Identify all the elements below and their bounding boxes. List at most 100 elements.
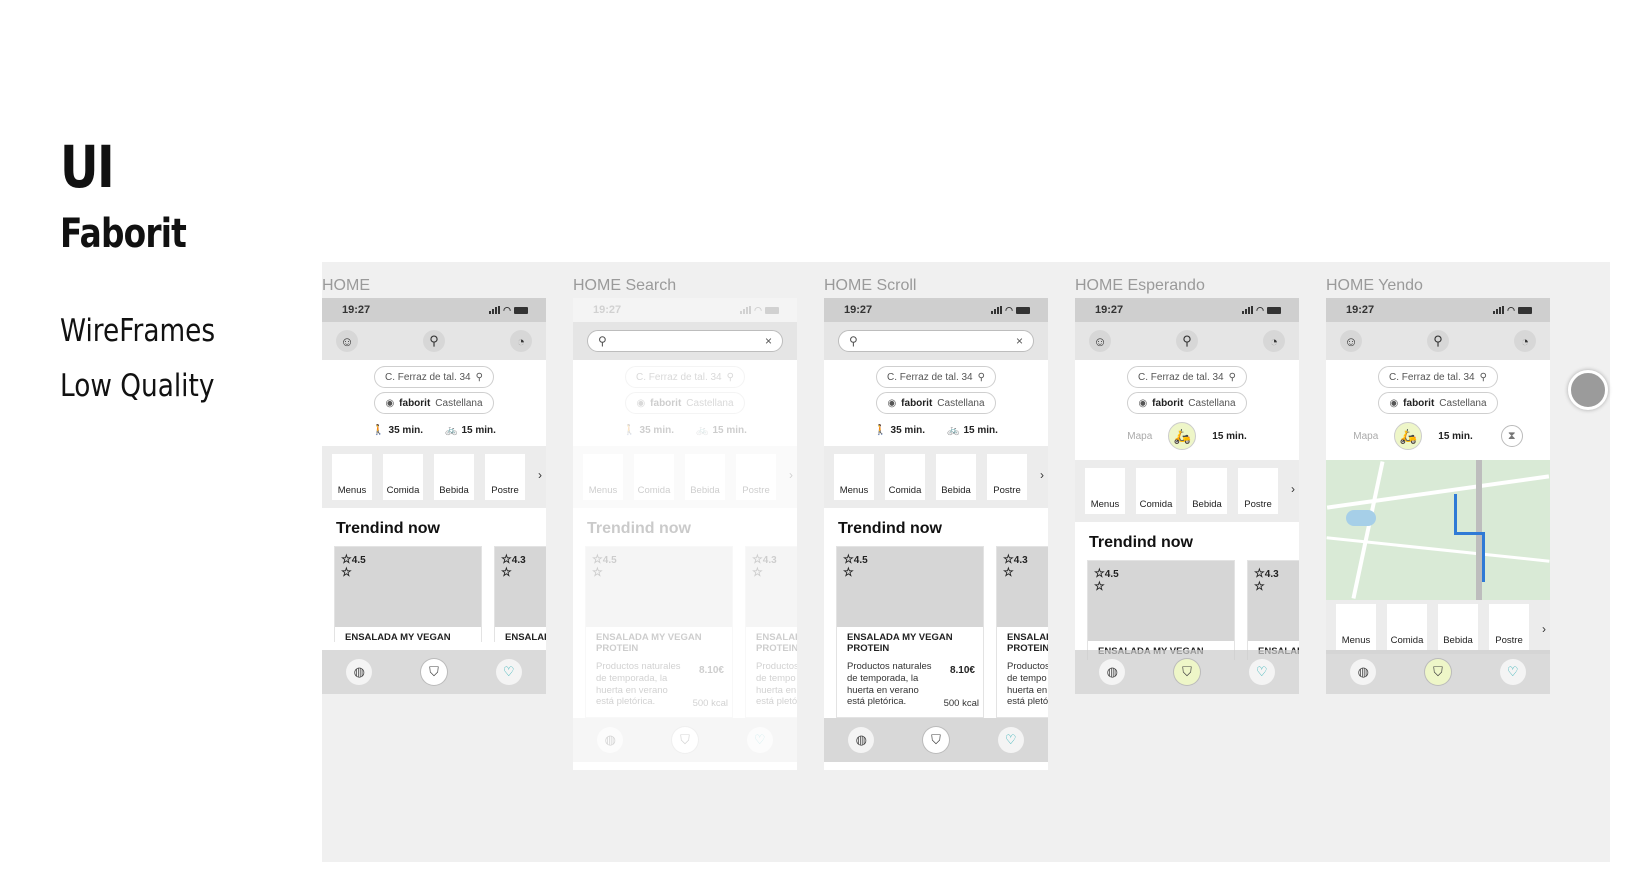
heart-icon[interactable]: ♡ xyxy=(1248,659,1275,685)
phone-screen: 19:27 ◠ ☺ ⚲ ◔ C. Ferraz de tal. 34 ⚲ ◉ fab… xyxy=(1075,298,1299,694)
address-pill[interactable]: C. Ferraz de tal. 34 ⚲ xyxy=(1378,366,1498,388)
category-postre[interactable]: Postre xyxy=(987,454,1027,500)
address-pill[interactable]: C. Ferraz de tal. 34 ⚲ xyxy=(876,366,996,388)
category-comida[interactable]: Comida xyxy=(1387,604,1427,650)
chevron-right-icon[interactable]: › xyxy=(538,468,542,482)
chevron-right-icon[interactable]: › xyxy=(1040,468,1044,482)
category-comida[interactable]: Comida xyxy=(383,454,423,500)
battery-icon xyxy=(514,306,528,314)
frame-label: HOME xyxy=(322,277,370,294)
category-comida[interactable]: Comida xyxy=(634,454,674,500)
profile-icon[interactable]: ☺ xyxy=(1089,330,1111,352)
product-image: ☆4.5 ☆ xyxy=(837,547,983,627)
chevron-right-icon[interactable]: › xyxy=(1291,482,1295,496)
status-bar: 19:27 ◠ xyxy=(322,298,546,322)
search-icon[interactable]: ⚲ xyxy=(423,330,445,352)
basket-icon[interactable]: ⛉ xyxy=(1173,659,1200,685)
store-pill[interactable]: ◉ faborit Castellana xyxy=(374,392,494,414)
globe-icon[interactable]: ◍ xyxy=(1099,659,1126,685)
heart-icon[interactable]: ♡ xyxy=(1499,659,1526,685)
walk-icon: 🚶 xyxy=(874,424,887,436)
category-bebida[interactable]: Bebida xyxy=(1438,604,1478,650)
store-pill[interactable]: ◉ faborit Castellana xyxy=(876,392,996,414)
heart-icon[interactable]: ♡ xyxy=(746,727,773,753)
product-card[interactable]: ☆4.3☆ ENSALADAPROTEIN xyxy=(494,546,546,642)
frame-label: HOME Scroll xyxy=(824,277,917,294)
product-card[interactable]: ☆4.5☆ ENSALADA MY VEGAN xyxy=(1087,560,1235,660)
close-icon[interactable]: × xyxy=(1016,334,1023,348)
product-card[interactable]: ☆4.3☆ ENSALADA xyxy=(1247,560,1299,660)
bottom-nav: ◍ ⛉ ♡ xyxy=(1326,650,1550,694)
globe-icon[interactable]: ◍ xyxy=(1350,659,1377,685)
bell-icon[interactable]: ◔ xyxy=(510,330,532,352)
profile-icon[interactable]: ☺ xyxy=(336,330,358,352)
store-logo-icon: ◉ xyxy=(1389,397,1399,409)
globe-icon[interactable]: ◍ xyxy=(848,727,875,753)
globe-icon[interactable]: ◍ xyxy=(597,727,624,753)
product-image: ☆4.5 ☆ xyxy=(335,547,481,627)
product-card[interactable]: ☆4.5 ☆ ENSALADA MY VEGAN PROTEIN Productos… xyxy=(836,546,984,718)
product-card[interactable]: ☆4.5☆ ENSALADA MY VEGANPROTEIN xyxy=(334,546,482,642)
category-menus[interactable]: Menus xyxy=(332,454,372,500)
pin-icon: ⚲ xyxy=(1479,371,1487,383)
product-card[interactable]: ☆4.3☆ ENSALADAPROTEIN Productosde tempoh… xyxy=(996,546,1048,718)
category-bebida[interactable]: Bebida xyxy=(936,454,976,500)
chevron-right-icon[interactable]: › xyxy=(1542,622,1546,636)
category-postre[interactable]: Postre xyxy=(485,454,525,500)
basket-icon[interactable]: ⛉ xyxy=(420,659,447,685)
map-link[interactable]: Mapa xyxy=(1127,431,1152,442)
category-row: Menus Comida Bebida Postre › xyxy=(322,446,546,508)
globe-icon[interactable]: ◍ xyxy=(346,659,373,685)
star-icon: ☆ xyxy=(752,565,763,579)
store-pill[interactable]: ◉ faborit Castellana xyxy=(625,392,745,414)
chevron-right-icon[interactable]: › xyxy=(789,468,793,482)
trending-cards: ☆4.5 ☆ ENSALADA MY VEGAN PROTEIN Productos… xyxy=(824,546,1048,718)
category-comida[interactable]: Comida xyxy=(1136,468,1176,514)
category-bebida[interactable]: Bebida xyxy=(1187,468,1227,514)
star-icon: ☆ xyxy=(1094,566,1105,580)
basket-icon[interactable]: ⛉ xyxy=(922,727,949,753)
delivery-map[interactable] xyxy=(1326,460,1550,600)
category-comida[interactable]: Comida xyxy=(885,454,925,500)
bike-icon: 🚲 xyxy=(696,424,709,436)
delivery-bike-icon: 🛵 xyxy=(1168,422,1197,450)
search-icon[interactable]: ⚲ xyxy=(1427,330,1449,352)
category-postre[interactable]: Postre xyxy=(1238,468,1278,514)
basket-icon[interactable]: ⛉ xyxy=(1424,659,1451,685)
basket-icon[interactable]: ⛉ xyxy=(671,727,698,753)
store-pill[interactable]: ◉ faborit Castellana xyxy=(1127,392,1247,414)
trending-cards: ☆4.5 ☆ ENSALADA MY VEGAN PROTEIN Productos… xyxy=(573,546,797,718)
wifi-icon: ◠ xyxy=(1507,304,1515,315)
product-card[interactable]: ☆4.5 ☆ ENSALADA MY VEGAN PROTEIN Productos… xyxy=(585,546,733,718)
category-postre[interactable]: Postre xyxy=(1489,604,1529,650)
search-input[interactable]: ⚲ × xyxy=(587,330,783,352)
search-input[interactable]: ⚲ × xyxy=(838,330,1034,352)
category-menus[interactable]: Menus xyxy=(834,454,874,500)
bell-icon[interactable]: ◔ xyxy=(1514,330,1536,352)
heart-icon[interactable]: ♡ xyxy=(495,659,522,685)
hourglass-icon[interactable]: ⧗ xyxy=(1500,425,1523,447)
category-bebida[interactable]: Bebida xyxy=(434,454,474,500)
map-link[interactable]: Mapa xyxy=(1353,431,1378,442)
heart-icon[interactable]: ♡ xyxy=(997,727,1024,753)
bell-icon[interactable]: ◔ xyxy=(1263,330,1285,352)
status-bar: 19:27 ◠ xyxy=(1075,298,1299,322)
category-menus[interactable]: Menus xyxy=(1085,468,1125,514)
store-pill[interactable]: ◉ faborit Castellana xyxy=(1378,392,1498,414)
product-image: ☆4.5 ☆ xyxy=(586,547,732,627)
category-bebida[interactable]: Bebida xyxy=(685,454,725,500)
profile-icon[interactable]: ☺ xyxy=(1340,330,1362,352)
category-postre[interactable]: Postre xyxy=(736,454,776,500)
address-pill[interactable]: C. Ferraz de tal. 34 ⚲ xyxy=(374,366,494,388)
search-icon[interactable]: ⚲ xyxy=(1176,330,1198,352)
category-menus[interactable]: Menus xyxy=(583,454,623,500)
store-logo-icon: ◉ xyxy=(887,397,897,409)
address-pill[interactable]: C. Ferraz de tal. 34 ⚲ xyxy=(625,366,745,388)
address-pill[interactable]: C. Ferraz de tal. 34 ⚲ xyxy=(1127,366,1247,388)
close-icon[interactable]: × xyxy=(765,334,772,348)
product-image: ☆4.3 ☆ xyxy=(746,547,797,627)
category-menus[interactable]: Menus xyxy=(1336,604,1376,650)
product-description: Productos de tempo huerta en está pletó xyxy=(756,660,797,708)
avatar[interactable] xyxy=(1568,370,1608,410)
product-card[interactable]: ☆4.3☆ ENSALADAPROTEIN Productosde tempoh… xyxy=(745,546,797,718)
